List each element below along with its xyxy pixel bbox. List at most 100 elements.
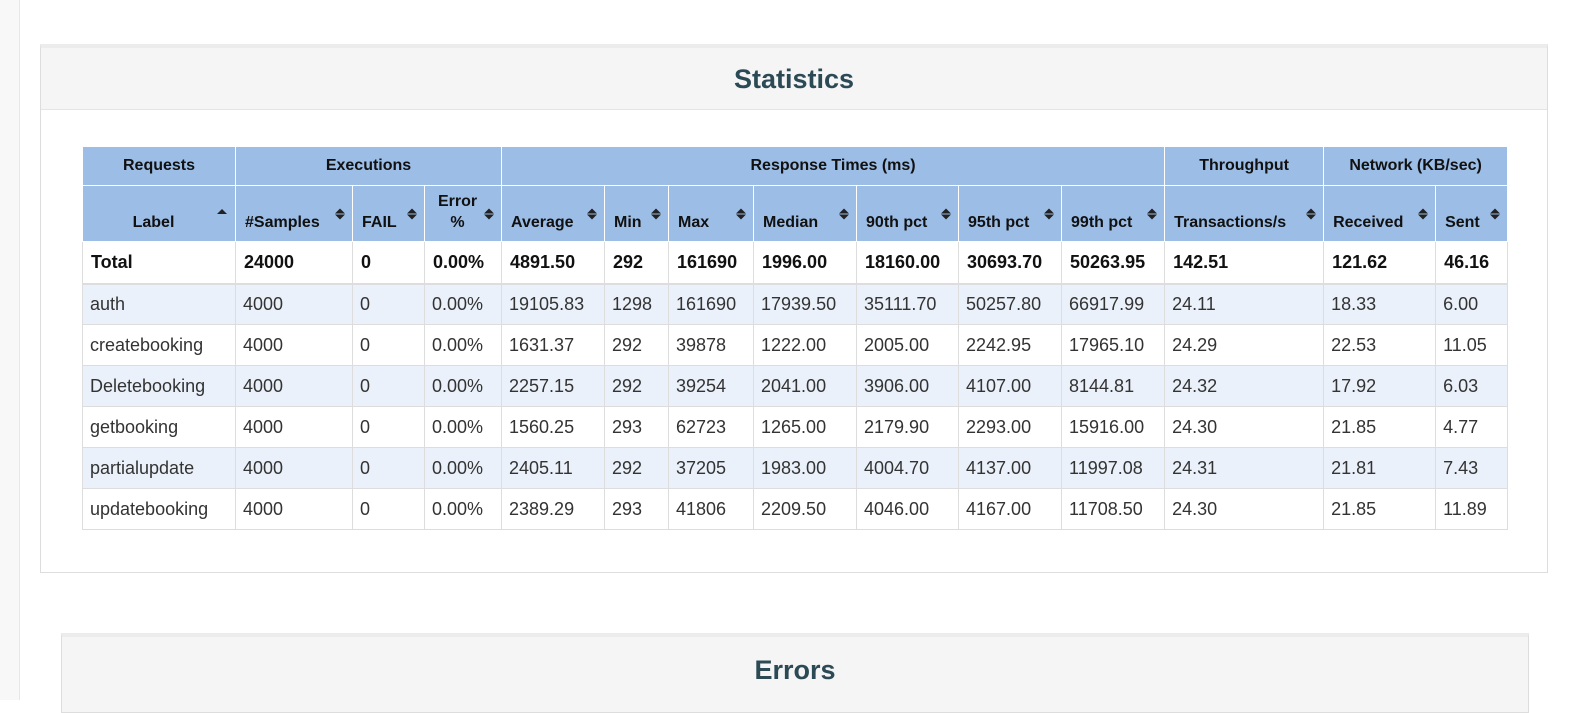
sort-both-icon[interactable] (736, 208, 747, 219)
column-header-label: 99th pct (1071, 214, 1133, 231)
statistics-title: Statistics (733, 64, 855, 94)
group-header: Throughput (1164, 146, 1325, 186)
statistics-table: Requests Executions Response Times (ms) … (82, 146, 1509, 530)
table-cell: 0.00% (423, 324, 503, 366)
column-header-label: Received (1333, 214, 1404, 231)
sort-both-icon[interactable] (484, 208, 495, 219)
column-header-label[interactable]: Label (82, 185, 236, 242)
table-cell: 66917.99 (1061, 283, 1166, 325)
table-cell: 35111.70 (856, 283, 960, 325)
sort-both-icon[interactable] (1418, 208, 1429, 219)
table-cell: 41806 (668, 488, 755, 530)
total-cell: 121.62 (1323, 241, 1437, 285)
sort-both-icon[interactable] (1147, 208, 1158, 219)
table-cell: 2389.29 (501, 488, 606, 530)
table-cell: 1265.00 (753, 406, 858, 448)
table-row: auth 4000 0 0.00% 19105.83 1298 161690 17939.50… (82, 283, 1509, 325)
column-header-average[interactable]: Average (501, 185, 606, 242)
column-header-95th-pct[interactable]: 95th pct (958, 185, 1063, 242)
table-cell: 293 (604, 406, 670, 448)
total-cell: 161690 (668, 241, 755, 285)
column-header-error[interactable]: Error % (423, 185, 503, 242)
column-header-99th-pct[interactable]: 99th pct (1061, 185, 1166, 242)
row-label-cell: partialupdate (82, 447, 236, 489)
column-header-median[interactable]: Median (753, 185, 858, 242)
column-header-max[interactable]: Max (668, 185, 755, 242)
column-header-label: Sent (1445, 214, 1480, 231)
sort-both-icon[interactable] (839, 208, 850, 219)
left-sidebar (0, 0, 20, 700)
table-cell: 4000 (235, 365, 353, 407)
column-header-samples[interactable]: #Samples (235, 185, 353, 242)
table-cell: 4000 (235, 406, 353, 448)
column-header-label: Label (132, 214, 175, 231)
table-cell: 2293.00 (958, 406, 1063, 448)
errors-panel[interactable]: Errors (61, 633, 1529, 713)
table-cell: 0 (352, 283, 425, 325)
column-header-label: Transactions/s (1174, 214, 1287, 231)
table-cell: 0 (352, 365, 425, 407)
total-cell: 18160.00 (856, 241, 960, 285)
table-cell: 4004.70 (856, 447, 960, 489)
table-cell: 17.92 (1323, 365, 1437, 407)
table-cell: 50257.80 (958, 283, 1063, 325)
sort-both-icon[interactable] (1490, 208, 1501, 219)
column-header-label: FAIL (362, 214, 397, 231)
table-cell: 4046.00 (856, 488, 960, 530)
table-cell: 0.00% (423, 447, 503, 489)
table-cell: 15916.00 (1061, 406, 1166, 448)
column-header-received[interactable]: Received (1323, 185, 1437, 242)
column-header-90th-pct[interactable]: 90th pct (856, 185, 960, 242)
table-cell: 0 (352, 447, 425, 489)
table-cell: 11.05 (1435, 324, 1509, 366)
table-cell: 4.77 (1435, 406, 1509, 448)
table-cell: 2405.11 (501, 447, 606, 489)
table-cell: 7.43 (1435, 447, 1509, 489)
sort-both-icon[interactable] (941, 208, 952, 219)
table-cell: 2242.95 (958, 324, 1063, 366)
sort-both-icon[interactable] (407, 208, 417, 219)
total-cell: 24000 (235, 241, 353, 285)
errors-title: Errors (754, 655, 836, 685)
total-cell: 292 (604, 241, 670, 285)
table-cell: 8144.81 (1061, 365, 1166, 407)
column-header-label: 90th pct (866, 214, 928, 231)
column-header-min[interactable]: Min (604, 185, 670, 242)
row-label-cell: updatebooking (82, 488, 236, 530)
sort-both-icon[interactable] (587, 208, 598, 219)
table-cell: 6.00 (1435, 283, 1509, 325)
table-cell: 4000 (235, 283, 353, 325)
table-cell: 6.03 (1435, 365, 1509, 407)
table-cell: 2257.15 (501, 365, 606, 407)
total-cell: 50263.95 (1061, 241, 1166, 285)
sort-both-icon[interactable] (651, 208, 662, 219)
table-cell: 39254 (668, 365, 755, 407)
table-cell: 19105.83 (501, 283, 606, 325)
total-cell: 0 (352, 241, 425, 285)
total-cell: 142.51 (1164, 241, 1325, 285)
table-cell: 4137.00 (958, 447, 1063, 489)
table-cell: 21.85 (1323, 406, 1437, 448)
table-cell: 1222.00 (753, 324, 858, 366)
table-cell: 0 (352, 488, 425, 530)
table-cell: 4000 (235, 324, 353, 366)
table-cell: 4167.00 (958, 488, 1063, 530)
sort-both-icon[interactable] (1044, 208, 1055, 219)
sort-ascending-icon[interactable] (217, 209, 227, 214)
sort-both-icon[interactable] (335, 208, 345, 219)
table-cell: 4000 (235, 488, 353, 530)
total-cell: 4891.50 (501, 241, 606, 285)
table-cell: 21.81 (1323, 447, 1437, 489)
column-header-sent[interactable]: Sent (1435, 185, 1509, 242)
total-cell: 1996.00 (753, 241, 858, 285)
column-header-fail[interactable]: FAIL (352, 185, 425, 242)
statistics-panel-heading[interactable]: Statistics (41, 48, 1547, 110)
table-row: partialupdate 4000 0 0.00% 2405.11 292 37205 19… (82, 447, 1509, 489)
table-cell: 11708.50 (1061, 488, 1166, 530)
table-cell: 24.32 (1164, 365, 1325, 407)
column-header-transactions-s[interactable]: Transactions/s (1164, 185, 1325, 242)
sort-both-icon[interactable] (1306, 208, 1317, 219)
table-cell: 24.30 (1164, 488, 1325, 530)
table-cell: 0 (352, 324, 425, 366)
column-header-row: Label #Samples FAIL Error % Average Min Max Med… (82, 185, 1509, 242)
